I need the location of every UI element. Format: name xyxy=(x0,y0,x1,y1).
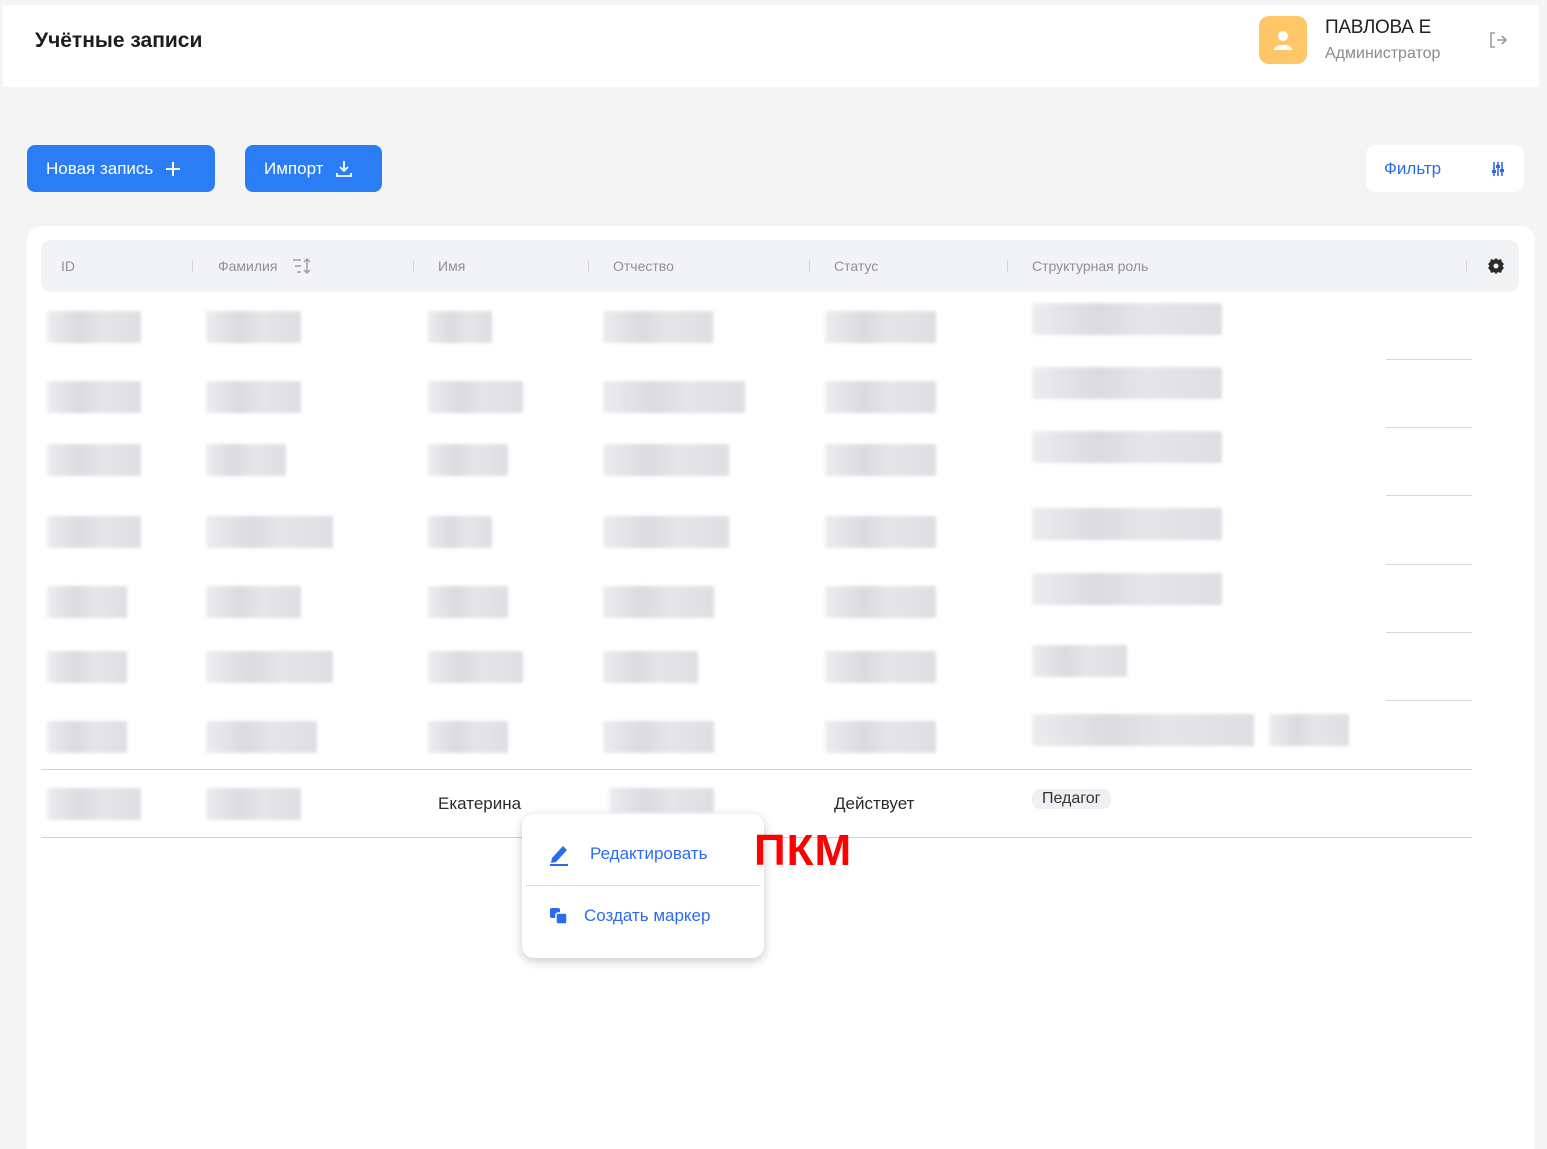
blurred-cell xyxy=(206,516,333,548)
column-divider[interactable] xyxy=(588,260,589,272)
blurred-cell xyxy=(603,381,745,413)
row-divider xyxy=(1386,427,1472,428)
row-divider xyxy=(1386,359,1472,360)
table-header: ID Фамилия Имя Отчество Статус Структурн… xyxy=(41,240,1519,292)
edit-menu-item[interactable]: Редактировать xyxy=(522,824,764,884)
row-divider xyxy=(1386,495,1472,496)
column-header-surname[interactable]: Фамилия xyxy=(218,258,277,274)
sort-icon[interactable] xyxy=(291,257,313,275)
blurred-cell xyxy=(428,721,508,753)
pencil-icon xyxy=(550,846,568,866)
blurred-cell xyxy=(428,381,523,413)
blurred-cell xyxy=(1032,573,1222,605)
new-record-label: Новая запись xyxy=(46,158,154,178)
create-marker-menu-label: Создать маркер xyxy=(584,906,711,925)
blurred-cell xyxy=(825,516,936,548)
blurred-cell xyxy=(206,788,301,820)
role-badge: Педагог xyxy=(1032,789,1111,809)
accounts-table-card: ID Фамилия Имя Отчество Статус Структурн… xyxy=(27,226,1535,1149)
blurred-cell xyxy=(206,311,301,343)
column-header-patronymic[interactable]: Отчество xyxy=(613,258,674,274)
blurred-cell xyxy=(603,651,698,683)
row-divider xyxy=(41,769,1472,770)
row-divider xyxy=(1386,564,1472,565)
sliders-icon xyxy=(1492,161,1504,176)
column-divider[interactable] xyxy=(413,260,414,272)
column-divider[interactable] xyxy=(809,260,810,272)
filter-label: Фильтр xyxy=(1384,158,1442,178)
blurred-cell xyxy=(206,444,286,476)
download-icon xyxy=(336,160,353,177)
user-role: Администратор xyxy=(1325,45,1441,62)
marker-icon xyxy=(550,908,568,925)
blurred-cell xyxy=(47,651,127,683)
avatar[interactable] xyxy=(1259,16,1307,64)
blurred-cell xyxy=(428,651,523,683)
blurred-cell xyxy=(206,721,317,753)
blurred-cell xyxy=(603,311,713,343)
blurred-cell xyxy=(47,444,141,476)
blurred-cell xyxy=(1032,645,1127,677)
first-name-cell: Екатерина xyxy=(438,794,522,813)
blurred-cell xyxy=(1032,431,1222,463)
column-divider[interactable] xyxy=(1007,260,1008,272)
blurred-cell xyxy=(609,788,714,812)
blurred-cell xyxy=(825,381,936,413)
blurred-cell xyxy=(47,788,141,820)
blurred-cell xyxy=(47,721,127,753)
blurred-cell xyxy=(47,311,141,343)
blurred-cell xyxy=(603,586,714,618)
blurred-cell xyxy=(603,721,714,753)
blurred-cell xyxy=(825,651,936,683)
blurred-cell xyxy=(1032,303,1222,335)
gear-icon[interactable] xyxy=(1487,257,1505,275)
blurred-cell xyxy=(206,381,301,413)
blurred-cell xyxy=(603,444,729,476)
column-header-role[interactable]: Структурная роль xyxy=(1032,258,1148,274)
edit-menu-label: Редактировать xyxy=(590,844,708,863)
blurred-cell xyxy=(206,586,301,618)
column-divider[interactable] xyxy=(192,260,193,272)
logout-icon xyxy=(1490,32,1508,48)
new-record-button[interactable]: Новая запись xyxy=(27,145,215,192)
user-name: ПАВЛОВА Е xyxy=(1325,17,1432,38)
annotation-label: ПКМ xyxy=(754,826,853,875)
blurred-cell xyxy=(206,651,333,683)
blurred-cell xyxy=(428,516,492,548)
blurred-cell xyxy=(603,516,729,548)
column-header-status[interactable]: Статус xyxy=(834,258,878,274)
blurred-cell xyxy=(428,311,492,343)
status-cell: Действует xyxy=(834,794,915,813)
blurred-cell xyxy=(47,586,127,618)
context-menu: Редактировать Создать маркер xyxy=(522,814,764,958)
blurred-cell xyxy=(428,586,508,618)
blurred-cell xyxy=(428,444,508,476)
column-header-id[interactable]: ID xyxy=(61,258,75,274)
import-button[interactable]: Импорт xyxy=(245,145,382,192)
blurred-cell xyxy=(47,516,141,548)
row-divider xyxy=(1386,632,1472,633)
page-title: Учётные записи xyxy=(35,29,203,52)
logout-button[interactable] xyxy=(1487,28,1511,52)
blurred-cell xyxy=(1269,714,1349,746)
blurred-cell xyxy=(1032,714,1254,746)
create-marker-menu-item[interactable]: Создать маркер xyxy=(522,886,764,946)
user-icon xyxy=(1274,31,1292,50)
column-divider[interactable] xyxy=(1466,260,1467,272)
blurred-cell xyxy=(825,311,936,343)
blurred-cell xyxy=(825,586,936,618)
blurred-cell xyxy=(1032,508,1222,540)
blurred-cell xyxy=(1032,367,1222,399)
row-divider xyxy=(1386,700,1472,701)
blurred-cell xyxy=(825,444,936,476)
import-label: Импорт xyxy=(264,158,324,178)
blurred-cell xyxy=(825,721,936,753)
filter-button[interactable]: Фильтр xyxy=(1366,145,1524,192)
blurred-cell xyxy=(47,381,141,413)
column-header-name[interactable]: Имя xyxy=(438,258,465,274)
plus-icon xyxy=(166,161,181,176)
top-header: Учётные записи ПАВЛОВА Е Администратор xyxy=(3,5,1539,87)
